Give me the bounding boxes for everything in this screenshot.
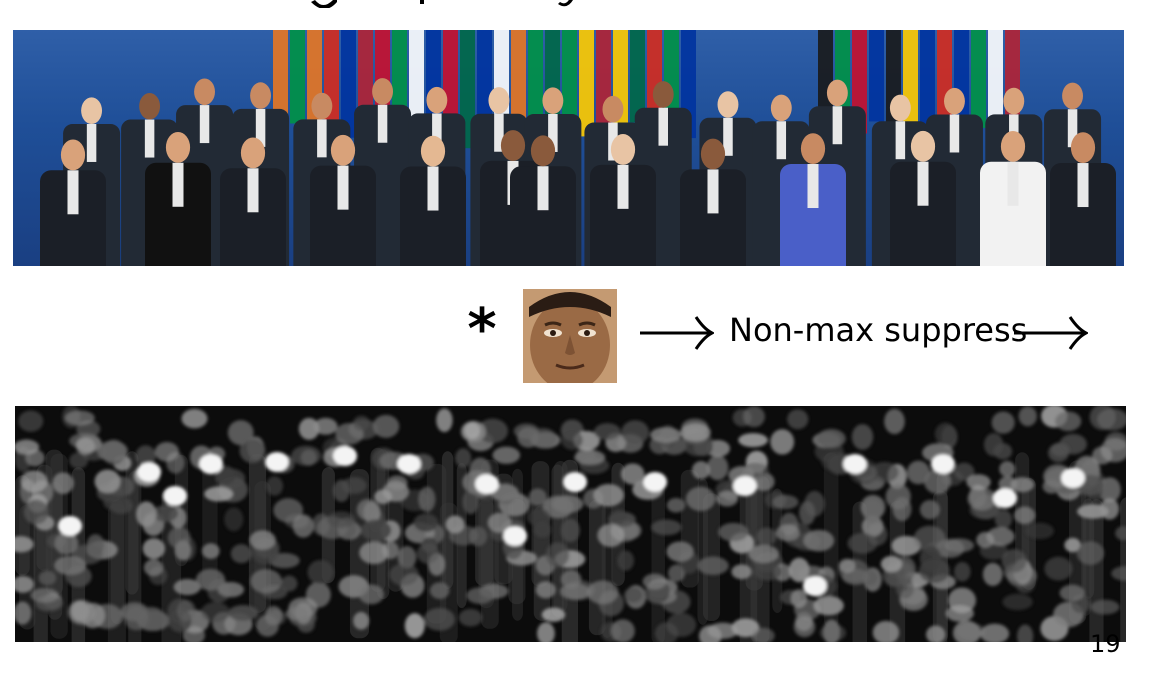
response-map-illustration (15, 406, 1126, 642)
group-photo-illustration (40, 30, 1116, 266)
clipped-heading (0, 0, 1168, 8)
response-map (15, 406, 1126, 642)
non-max-suppress-label: Non-max suppress (729, 311, 1028, 349)
right-arrow-icon (640, 316, 714, 350)
convolution-operator: * (467, 297, 497, 362)
page-number: 19 (1090, 630, 1121, 658)
face-template-illustration (523, 289, 617, 383)
clipped-heading-glyphs (311, 0, 573, 8)
right-arrow-icon (1014, 316, 1088, 350)
face-template (523, 289, 617, 383)
group-photo (13, 30, 1124, 266)
